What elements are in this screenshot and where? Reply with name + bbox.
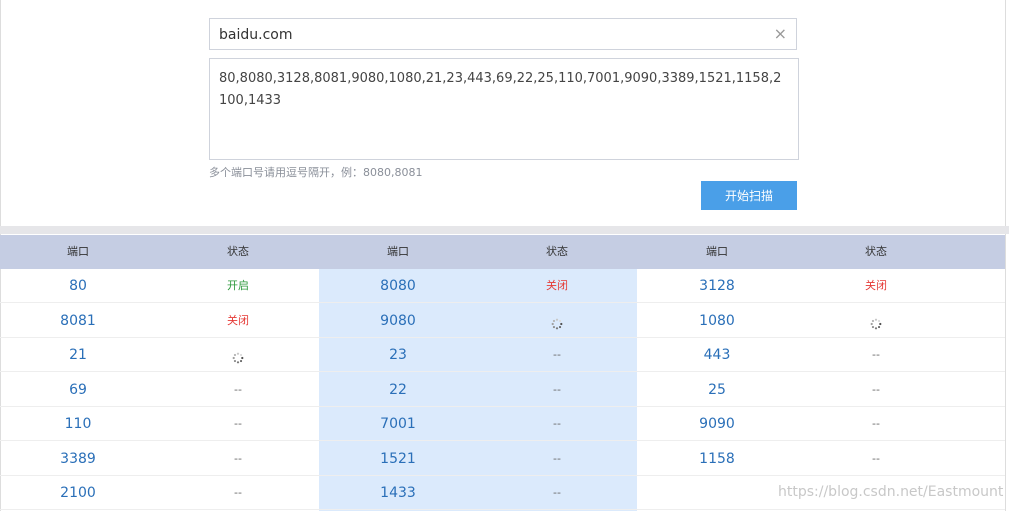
port-cell: 69: [69, 381, 87, 398]
status-cell: 开启: [227, 279, 249, 292]
frame-border-right: [1005, 0, 1006, 511]
column-header-status: 状态: [546, 245, 568, 258]
port-cell: [642, 476, 792, 510]
port-cell: 1080: [699, 312, 735, 329]
status-cell: --: [234, 486, 242, 499]
port-cell: 2100: [60, 485, 96, 501]
ports-textarea[interactable]: 80,8080,3128,8081,9080,1080,21,23,443,69…: [209, 58, 799, 160]
status-cell: [482, 304, 632, 338]
port-cell: 8080: [380, 278, 416, 294]
ports-hint: 多个端口号请用逗号隔开，例：8080,8081: [209, 166, 423, 179]
port-cell: 1521: [380, 450, 416, 467]
port-cell: 23: [389, 347, 407, 363]
loading-spinner-icon: [232, 352, 244, 364]
status-cell: 关闭: [546, 279, 568, 292]
loading-spinner-icon: [551, 318, 563, 329]
start-scan-button[interactable]: 开始扫描: [701, 181, 797, 210]
host-input-value[interactable]: baidu.com: [219, 27, 292, 43]
loading-spinner-icon: [870, 318, 882, 329]
status-cell: --: [234, 451, 242, 465]
host-input[interactable]: baidu.com ×: [209, 18, 797, 50]
status-cell: --: [553, 417, 561, 430]
status-cell: --: [872, 382, 880, 396]
port-cell: 3128: [699, 278, 735, 294]
table-row: 21 23 -- 443 --: [0, 338, 1005, 372]
port-cell: 8081: [60, 312, 96, 329]
port-cell: 7001: [380, 416, 416, 432]
status-cell: --: [553, 486, 561, 499]
port-cell: 21: [69, 347, 87, 363]
table-row: 8081 关闭 9080 1080: [0, 304, 1005, 338]
status-cell: --: [553, 348, 561, 361]
status-cell: 关闭: [227, 313, 249, 327]
port-cell: 443: [703, 347, 731, 363]
port-cell: 22: [389, 381, 407, 398]
column-header-status: 状态: [865, 245, 887, 258]
status-cell: --: [872, 348, 880, 361]
table-row: 80 开启 8080 关闭 3128 关闭: [0, 269, 1005, 303]
status-cell: --: [234, 417, 242, 430]
table-header: 端口 状态 端口 状态 端口 状态: [0, 235, 1005, 269]
port-cell: 1158: [699, 450, 735, 467]
column-header-port: 端口: [67, 245, 89, 258]
column-header-port: 端口: [387, 245, 409, 258]
column-header-port: 端口: [706, 245, 728, 258]
status-cell: --: [872, 451, 880, 465]
port-cell: 9090: [699, 416, 735, 432]
port-cell: 1433: [380, 485, 416, 501]
status-cell: --: [553, 451, 561, 465]
status-cell: --: [553, 382, 561, 396]
port-cell: 3389: [60, 450, 96, 467]
table-row: 110 -- 7001 -- 9090 --: [0, 407, 1005, 441]
close-icon[interactable]: ×: [774, 24, 787, 43]
column-header-status: 状态: [227, 245, 249, 258]
table-row: 3389 -- 1521 -- 1158 --: [0, 442, 1005, 476]
table-row: 69 -- 22 -- 25 --: [0, 373, 1005, 407]
port-cell: 25: [708, 381, 726, 398]
status-cell: [163, 338, 313, 372]
port-cell: 80: [69, 278, 87, 294]
port-cell: 110: [64, 416, 92, 432]
watermark: https://blog.csdn.net/Eastmount: [778, 484, 1004, 500]
section-divider: [0, 226, 1009, 234]
status-cell: --: [234, 382, 242, 396]
status-cell: [801, 304, 951, 338]
status-cell: --: [872, 417, 880, 430]
status-cell: 关闭: [865, 279, 887, 292]
port-cell: 9080: [380, 312, 416, 329]
